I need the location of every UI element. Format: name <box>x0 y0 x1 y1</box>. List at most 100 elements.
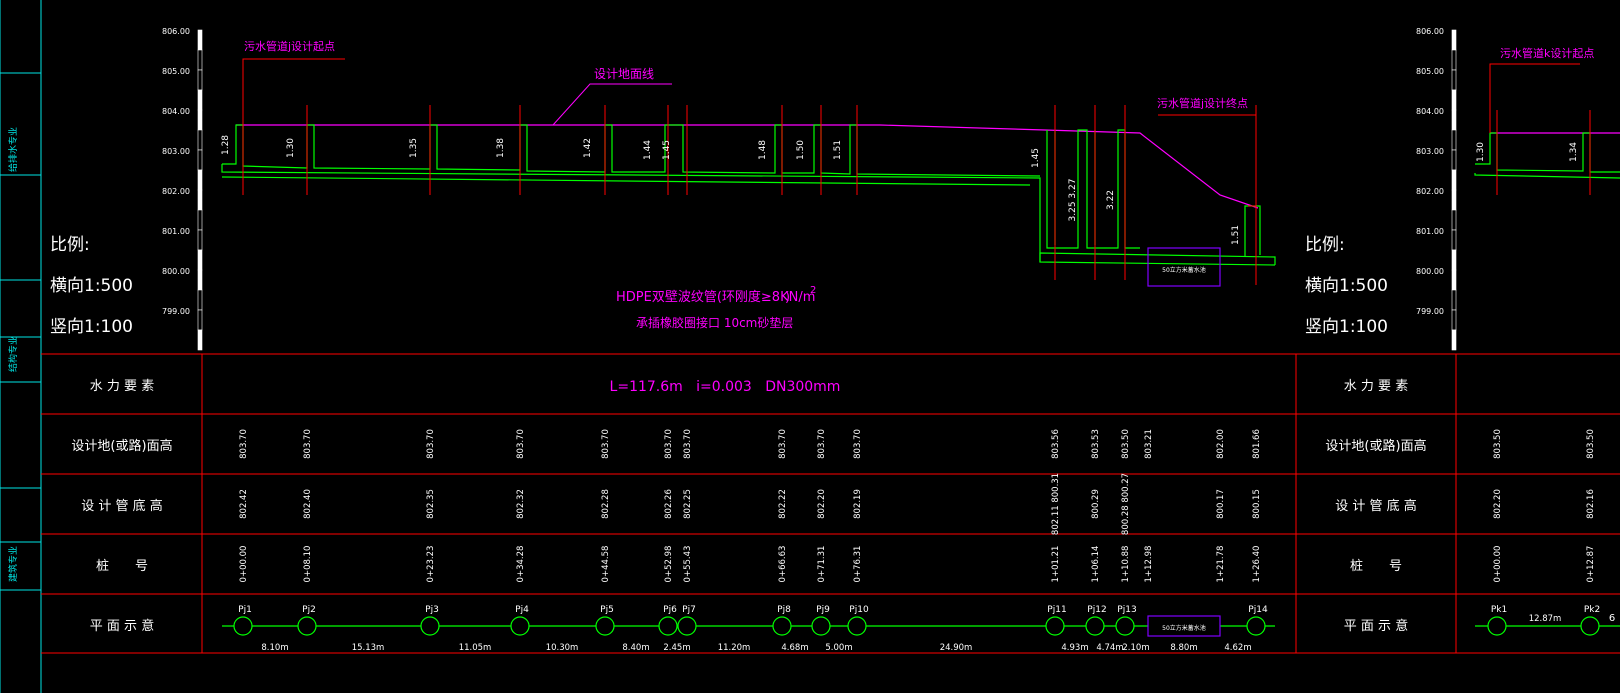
depth-label: 1.30 <box>286 138 296 158</box>
depth-label: 1.50 <box>796 140 806 160</box>
elevation-tick-label: 799.00 <box>1416 307 1444 316</box>
ruler-segment <box>197 189 203 211</box>
plan-schematic: Pj1 Pj2 Pj3 Pj4 Pj5 Pj6 Pj7 Pj8 Pj9 Pj10 Pj11 Pj12 P… <box>222 605 1620 653</box>
segment-length: 4.93m <box>1061 643 1088 653</box>
station-value-right: 0+00.00 <box>1493 546 1503 583</box>
station-value: 0+76.31 <box>853 546 863 583</box>
ground-elevation-value: 803.21 <box>1144 429 1154 459</box>
segment-length: 8.10m <box>261 643 288 653</box>
ground-elevation-value: 803.53 <box>1091 429 1101 459</box>
ground-elevation-value: 803.70 <box>239 429 249 459</box>
left-frame <box>0 0 42 693</box>
station-value: 1+01.21 <box>1051 546 1061 583</box>
ground-elevation-value: 801.66 <box>1252 429 1262 459</box>
ruler-segment <box>197 229 203 251</box>
cut-off-text: 6 <box>1609 613 1615 624</box>
ground-line-leader <box>552 83 672 126</box>
pipe-spec-close: ) <box>785 290 790 305</box>
station-value: 0+44.58 <box>601 546 611 583</box>
ruler-segment <box>1451 109 1457 131</box>
manhole-symbol <box>772 616 792 636</box>
depth-label: 1.48 <box>758 140 768 160</box>
invert-elevation-value-right: 802.20 <box>1493 489 1503 519</box>
segment-length: 10.30m <box>546 643 579 653</box>
manhole-symbol <box>847 616 867 636</box>
elevation-tick-label: 802.00 <box>1416 187 1444 196</box>
ruler-segment <box>197 89 203 111</box>
station-lines <box>242 105 1591 285</box>
invert-elevation-value: 802.42 <box>239 489 249 519</box>
manhole-label: Pj5 <box>600 605 614 615</box>
manhole-label: Pj6 <box>663 605 677 615</box>
station-value: 0+66.63 <box>778 546 788 583</box>
ruler-segment <box>197 109 203 131</box>
manhole-symbol <box>1115 616 1135 636</box>
segment-length: 4.68m <box>781 643 808 653</box>
row-header-hydraulic: 水 力 要 素 <box>90 379 154 394</box>
elevation-tick-label: 801.00 <box>1416 227 1444 236</box>
ruler-segment <box>197 309 203 331</box>
ruler-segment <box>197 209 203 231</box>
profile-canvas: 给排水专业 结构专业 建筑专业 比例: 横向1:500 竖向1:100 比例: … <box>0 0 1620 693</box>
plan-storage-tank-label: 50立方米蓄水池 <box>1162 624 1206 632</box>
start-point-k-label: 污水管道k设计起点 <box>1500 46 1594 60</box>
ground-elevation-value: 803.70 <box>817 429 827 459</box>
ground-elevation-value: 803.50 <box>1121 429 1131 459</box>
ground-elevation-value: 803.70 <box>303 429 313 459</box>
elevation-tick-label: 800.00 <box>162 267 190 276</box>
depth-labels: 1.28 1.30 1.35 1.38 1.42 1.44 1.45 1.48 1.50 1.51… <box>221 135 1579 245</box>
ruler-segment <box>197 169 203 191</box>
row-header-ground-elev: 设计地(或路)面高 <box>71 438 172 454</box>
ground-elevation-value: 803.70 <box>853 429 863 459</box>
ruler-segment <box>1451 69 1457 91</box>
ground-line-label: 设计地面线 <box>594 67 654 81</box>
manhole-symbol <box>658 616 678 636</box>
ruler-segment <box>1451 289 1457 311</box>
ground-elevation-value: 803.70 <box>778 429 788 459</box>
ground-elevation-value: 803.70 <box>664 429 674 459</box>
station-value: 1+06.14 <box>1091 546 1101 583</box>
elevation-tick-label: 804.00 <box>162 107 190 116</box>
ruler-segment <box>197 249 203 271</box>
ruler-segment <box>1451 269 1457 291</box>
ruler-segment <box>197 49 203 71</box>
elevation-tick-label: 806.00 <box>162 27 190 36</box>
row-header-plan-right: 平 面 示 意 <box>1344 618 1408 634</box>
scale-title-right: 比例: <box>1305 235 1345 255</box>
frame-label-plumbing: 给排水专业 <box>7 127 19 172</box>
depth-label: 1.45 <box>662 140 672 160</box>
elevation-ruler-right: 806.00 805.00 804.00 803.00 802.00 801.00 800.… <box>1416 27 1457 351</box>
segment-length: 2.10m <box>1122 643 1149 653</box>
bedding-label: 承插橡胶圈接口 10cm砂垫层 <box>636 315 793 330</box>
invert-elevation-value: 802.40 <box>303 489 313 519</box>
frame-label-architecture: 建筑专业 <box>7 546 19 582</box>
station-value-right: 0+12.87 <box>1586 546 1596 583</box>
scale-horizontal: 横向1:500 <box>50 276 133 296</box>
depth-label: 1.38 <box>496 138 506 158</box>
cad-profile-drawing: 给排水专业 结构专业 建筑专业 比例: 横向1:500 竖向1:100 比例: … <box>0 0 1620 693</box>
station-value: 0+52.98 <box>664 546 674 583</box>
pipe-spec-superscript: 2 <box>810 285 816 296</box>
station-value: 1+10.88 <box>1121 546 1131 583</box>
end-point-label: 污水管道j设计终点 <box>1157 96 1248 110</box>
ruler-segment <box>1451 209 1457 231</box>
storage-tank-label: 50立方米蓄水池 <box>1162 266 1206 274</box>
row-header-ground-elev-right: 设计地(或路)面高 <box>1325 438 1426 454</box>
ground-elevation-value: 803.70 <box>601 429 611 459</box>
manhole-label: Pj9 <box>816 605 830 615</box>
scale-vertical: 竖向1:100 <box>50 317 133 337</box>
segment-length: 5.00m <box>825 643 852 653</box>
elevation-tick-label: 804.00 <box>1416 107 1444 116</box>
invert-elevation-value: 800.29 <box>1091 489 1101 519</box>
manhole-label: Pj10 <box>849 605 869 615</box>
ground-elevation-value-right: 803.50 <box>1493 429 1503 459</box>
invert-elevation-value-right: 802.16 <box>1586 489 1596 519</box>
manhole-symbol <box>1246 616 1266 636</box>
station-value: 0+71.31 <box>817 546 827 583</box>
ruler-segment <box>197 29 203 51</box>
invert-elevation-value: 800.17 <box>1216 489 1226 519</box>
segment-length: 2.45m <box>663 643 690 653</box>
station-value: 0+08.10 <box>303 546 313 583</box>
scale-title: 比例: <box>50 235 90 255</box>
depth-label: 1.35 <box>409 138 419 158</box>
